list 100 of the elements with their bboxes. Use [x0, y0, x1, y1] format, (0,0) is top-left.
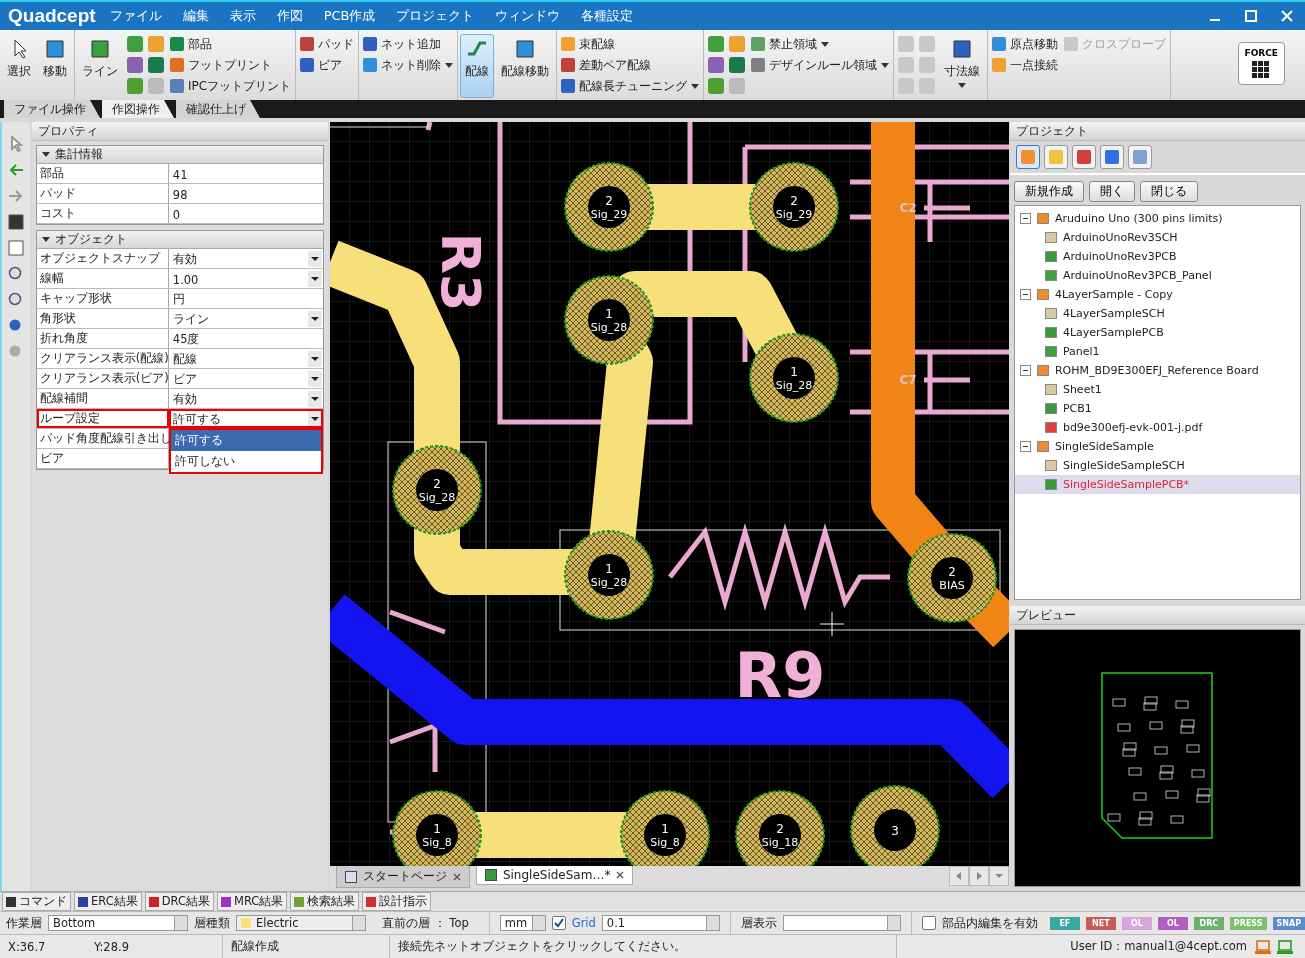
tree-item[interactable]: ROHM_BD9E300EFJ_Reference Board — [1054, 364, 1259, 377]
tree-item[interactable]: ArduinoUnoRev3PCB_Panel — [1062, 269, 1212, 282]
pad-number: 1 — [605, 307, 613, 321]
dropdown-option[interactable]: 許可しない — [170, 451, 321, 472]
pad-number: 2 — [948, 565, 956, 579]
panel-title: プロパティ — [37, 122, 98, 140]
panel-tab[interactable]: MRC結果 — [217, 892, 288, 911]
section-title: 集計情報 — [54, 147, 103, 162]
tree-item[interactable]: Aruduino Uno (300 pins limits) — [1054, 212, 1223, 225]
tree-item[interactable]: PCB1 — [1062, 402, 1092, 415]
tree-item[interactable]: bd9e300efj-evk-001-j.pdf — [1062, 421, 1203, 434]
pad-number: 3 — [891, 824, 899, 838]
ribbon-button[interactable]: IPCフットプリント — [168, 76, 294, 96]
ribbon-button[interactable]: 差動ペア配線 — [559, 55, 702, 75]
ribbon-button[interactable]: 配線 — [460, 34, 495, 98]
tree-item[interactable]: 4LayerSamplePCB — [1062, 326, 1164, 339]
menu-item[interactable]: ウィンドウ — [495, 7, 561, 25]
net-label: Sig_28 — [590, 321, 628, 334]
ribbon-button[interactable]: 禁止領域 — [749, 34, 892, 54]
ribbon-tab[interactable]: ファイル操作 — [4, 100, 100, 118]
property-value[interactable]: ライン — [172, 310, 308, 327]
ribbon-button[interactable]: ネット追加 — [361, 34, 456, 54]
property-value[interactable]: 配線 — [172, 350, 308, 367]
ribbon-button[interactable]: 寸法線 — [939, 34, 986, 98]
property-value: 45度 — [172, 331, 201, 347]
toggle-button[interactable]: NET — [1085, 916, 1116, 930]
user-id: User ID：manual1@4cept.com — [1069, 939, 1248, 954]
document-tab[interactable]: SingleSideSam…* — [475, 866, 634, 885]
net-label: Sig_29 — [775, 208, 813, 221]
tree-item[interactable]: SingleSideSample — [1054, 440, 1154, 453]
property-value: 41 — [172, 166, 189, 182]
menu-item[interactable]: 編集 — [182, 7, 209, 25]
ribbon-button[interactable]: 移動 — [38, 34, 72, 98]
project-button[interactable]: 閉じる — [1139, 181, 1198, 202]
property-value[interactable]: 有効 — [172, 250, 308, 267]
panel-tab[interactable]: 検索結果 — [290, 892, 360, 911]
ribbon-button[interactable]: パッド — [298, 34, 357, 54]
property-value[interactable]: 有効 — [172, 390, 308, 407]
tree-item[interactable]: Sheet1 — [1062, 383, 1102, 396]
menu-item[interactable]: 表示 — [229, 7, 256, 25]
menu-item[interactable]: ファイル — [109, 7, 162, 25]
property-label: オブジェクトスナップ — [36, 249, 169, 268]
panel-tab[interactable]: DRC結果 — [144, 892, 215, 911]
panel-title: プレビュー — [1015, 606, 1076, 624]
tree-item[interactable]: 4LayerSampleSCH — [1062, 307, 1165, 320]
tree-item[interactable]: 4LayerSample - Copy — [1054, 288, 1173, 301]
project-button[interactable]: 開く — [1088, 181, 1135, 202]
net-label: Sig_28 — [775, 379, 813, 392]
field-label: 作業層 — [6, 915, 42, 931]
ribbon-button[interactable]: 部品 — [168, 34, 294, 54]
tree-item[interactable]: SingleSideSampleSCH — [1062, 459, 1185, 472]
menu-item[interactable]: 各種設定 — [581, 7, 634, 25]
ribbon-button[interactable]: 配線移動 — [496, 34, 555, 98]
work-layer-select[interactable]: Bottom — [48, 915, 188, 931]
ribbon-button[interactable]: 束配線 — [559, 34, 702, 54]
status-message: 接続先ネットオブジェクトをクリックしてください。 — [389, 935, 896, 958]
pad-number: 1 — [790, 365, 798, 379]
toggle-button[interactable]: OL — [1157, 916, 1188, 930]
menu-item[interactable]: PCB作成 — [323, 7, 376, 25]
panel-tab[interactable]: コマンド — [2, 892, 71, 911]
layer-type-select[interactable]: Electric — [236, 915, 366, 931]
ribbon-button[interactable]: デザインルール領域 — [749, 55, 892, 75]
property-label: パッド — [36, 184, 169, 203]
ribbon-button[interactable]: フットプリント — [168, 55, 294, 75]
force-button[interactable]: FORCE — [1237, 42, 1285, 85]
ribbon-button[interactable]: 選択 — [2, 34, 36, 98]
ribbon-button[interactable]: 原点移動 — [990, 34, 1061, 54]
panel-tab[interactable]: 設計指示 — [362, 892, 432, 911]
ribbon-tab[interactable]: 確認仕上げ — [176, 100, 260, 118]
dropdown-option[interactable]: 許可する — [170, 430, 321, 451]
ribbon-button[interactable]: 一点接続 — [990, 55, 1061, 75]
project-button[interactable]: 新規作成 — [1013, 181, 1084, 202]
silkscreen-label: R9 — [734, 639, 826, 712]
property-label: クリアランス表示(ビア) — [36, 369, 169, 388]
net-label: Sig_28 — [590, 576, 628, 589]
tree-item[interactable]: ArduinoUnoRev3PCB — [1062, 250, 1177, 263]
property-value[interactable]: 許可する — [172, 410, 308, 427]
property-value[interactable]: ビア — [172, 370, 308, 387]
property-label: 配線補間 — [36, 389, 169, 408]
menu-item[interactable]: 作図 — [276, 7, 303, 25]
ribbon-button[interactable]: ビア — [298, 55, 357, 75]
property-value: 0 — [172, 206, 182, 222]
property-label: ビア — [36, 449, 169, 468]
document-tab[interactable]: スタートページ — [335, 866, 470, 888]
property-value[interactable]: 1.00 — [172, 270, 308, 287]
y-coordinate: Y:28.9 — [93, 939, 130, 954]
property-label: コスト — [36, 204, 169, 223]
ribbon-button[interactable]: ライン — [77, 34, 123, 98]
tree-item[interactable]: ArduinoUnoRev3SCH — [1062, 231, 1178, 244]
panel-tab[interactable]: ERC結果 — [74, 892, 142, 911]
checkbox-label: 部品内編集を有効 — [941, 915, 1038, 931]
menu-item[interactable]: プロジェクト — [396, 7, 475, 25]
silkscreen-label: R3 — [428, 232, 492, 312]
ribbon-button[interactable]: ネット削除 — [361, 55, 456, 75]
toggle-button[interactable]: SNAP — [1272, 916, 1305, 930]
tree-item[interactable]: Panel1 — [1062, 345, 1100, 358]
unit-select[interactable]: mm — [499, 915, 546, 931]
grid-size-select[interactable]: 0.1 — [601, 915, 720, 931]
ribbon-tab[interactable]: 作図操作 — [102, 100, 174, 118]
ribbon-button[interactable]: 配線長チューニング — [559, 76, 702, 96]
